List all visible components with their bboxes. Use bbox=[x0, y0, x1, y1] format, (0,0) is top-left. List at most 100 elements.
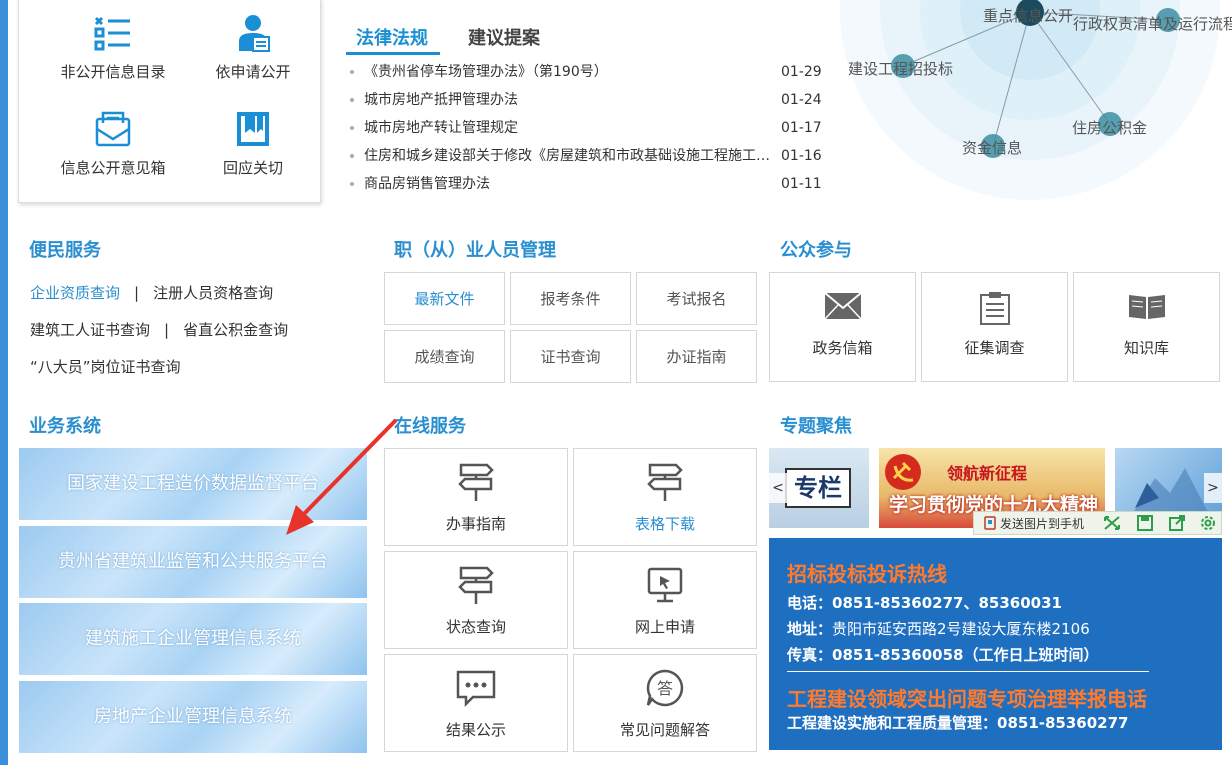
carousel-next-button[interactable]: > bbox=[1204, 473, 1222, 503]
quick-link-response[interactable]: 回应关切 bbox=[183, 109, 323, 178]
tab-laws[interactable]: 法律法规 bbox=[356, 24, 428, 50]
list-item[interactable]: 城市房地产抵押管理办法 01-24 bbox=[348, 88, 838, 116]
list-item[interactable]: 商品房销售管理办法 01-11 bbox=[348, 172, 838, 200]
public-title: 公众参与 bbox=[780, 240, 852, 261]
hotline-title: 招标投标投诉热线 bbox=[787, 562, 947, 586]
quick-links-panel: 非公开信息目录 依申请公开 信息公开意见箱 回应关切 bbox=[18, 0, 321, 203]
address-label: 地址： bbox=[787, 620, 833, 638]
graph-node-housing-fund[interactable]: 住房公积金 bbox=[1072, 117, 1147, 138]
online-item-label: 结果公示 bbox=[445, 721, 506, 739]
fullscreen-icon[interactable] bbox=[1102, 514, 1122, 532]
tab-proposals[interactable]: 建议提案 bbox=[468, 24, 540, 50]
slide-title-line1: 领航新征程 bbox=[947, 464, 1028, 483]
save-icon[interactable] bbox=[1135, 514, 1155, 532]
quality-hotline: 工程建设实施和工程质量管理：0851-85360277 bbox=[787, 712, 1129, 733]
separator: | bbox=[164, 321, 170, 339]
business-system-cost-platform[interactable]: 国家建设工程造价数据监督平台 bbox=[19, 448, 367, 520]
graph-node-bidding[interactable]: 建设工程招投标 bbox=[848, 58, 953, 79]
score-query-button[interactable]: 成绩查询 bbox=[384, 330, 505, 383]
hotline-phone: 电话：0851-85360277、85360031 bbox=[787, 592, 1062, 613]
online-item-label: 办事指南 bbox=[445, 515, 506, 533]
gov-mailbox-button[interactable]: 政务信箱 bbox=[769, 272, 916, 382]
form-download-button[interactable]: 表格下载 bbox=[573, 448, 757, 546]
registered-personnel-link[interactable]: 注册人员资格查询 bbox=[153, 284, 273, 302]
bullet-dot bbox=[350, 154, 354, 158]
bullet-dot bbox=[350, 98, 354, 102]
personnel-title: 职（从）业人员管理 bbox=[394, 240, 556, 261]
hotline-fax: 传真：0851-85360058（工作日上班时间） bbox=[787, 644, 1099, 665]
clipboard-icon bbox=[979, 292, 1010, 325]
list-item[interactable]: 住房和城乡建设部关于修改《房屋建筑和市政基础设施工程施工招标投标管理办法》的决定… bbox=[348, 144, 838, 172]
party-emblem-icon bbox=[885, 454, 921, 490]
business-title: 业务系统 bbox=[29, 416, 101, 437]
carousel-prev-button[interactable]: < bbox=[769, 473, 787, 503]
law-title[interactable]: 商品房销售管理办法 bbox=[364, 172, 774, 196]
enterprise-qualification-link[interactable]: 企业资质查询 bbox=[30, 284, 120, 302]
eight-staff-certificate-link[interactable]: “八大员”岗位证书查询 bbox=[30, 358, 181, 376]
slide-column-sign: 专栏 bbox=[785, 468, 851, 508]
gear-icon[interactable] bbox=[1198, 514, 1218, 532]
key-info-graph: 重点信息公开 行政权责清单及运行流程 建设工程招投标 资金信息 住房公积金 bbox=[840, 0, 1232, 200]
list-item[interactable]: 《贵州省停车场管理办法》（第190号） 01-29 bbox=[348, 60, 838, 88]
mailbox-icon bbox=[95, 111, 131, 147]
image-toolbar: 发送图片到手机 bbox=[973, 511, 1222, 535]
phone-icon bbox=[984, 516, 996, 530]
bullet-dot bbox=[350, 70, 354, 74]
focus-title: 专题聚焦 bbox=[780, 416, 852, 437]
quick-link-nonpublic-catalog[interactable]: 非公开信息目录 bbox=[43, 13, 183, 82]
exam-conditions-button[interactable]: 报考条件 bbox=[510, 272, 631, 325]
online-item-label: 常见问题解答 bbox=[619, 721, 710, 739]
certificate-guide-button[interactable]: 办证指南 bbox=[636, 330, 757, 383]
law-date: 01-11 bbox=[781, 176, 822, 192]
law-title[interactable]: 城市房地产抵押管理办法 bbox=[364, 88, 774, 112]
business-system-guizhou-platform[interactable]: 贵州省建筑业监管和公共服务平台 bbox=[19, 526, 367, 598]
law-title[interactable]: 住房和城乡建设部关于修改《房屋建筑和市政基础设施工程施工招标投标管理办法》的决定 bbox=[364, 144, 774, 168]
law-date: 01-16 bbox=[781, 148, 822, 164]
online-item-label: 表格下载 bbox=[634, 515, 695, 533]
online-item-label: 网上申请 bbox=[634, 618, 695, 636]
faq-button[interactable]: 答 常见问题解答 bbox=[573, 654, 757, 752]
convenience-row-1: 企业资质查询 | 注册人员资格查询 bbox=[30, 282, 273, 303]
status-query-button[interactable]: 状态查询 bbox=[384, 551, 568, 649]
graph-node-power-list[interactable]: 行政权责清单及运行流程 bbox=[1073, 13, 1232, 34]
convenience-row-3: “八大员”岗位证书查询 bbox=[30, 356, 181, 377]
exam-registration-button[interactable]: 考试报名 bbox=[636, 272, 757, 325]
result-publicity-button[interactable]: 结果公示 bbox=[384, 654, 568, 752]
quick-link-label: 信息公开意见箱 bbox=[60, 159, 166, 177]
public-item-label: 征集调查 bbox=[964, 339, 1025, 357]
law-title[interactable]: 城市房地产转让管理规定 bbox=[364, 116, 774, 140]
online-item-label: 状态查询 bbox=[445, 618, 506, 636]
business-system-real-estate[interactable]: 房地产企业管理信息系统 bbox=[19, 681, 367, 753]
quick-link-opinion-box[interactable]: 信息公开意见箱 bbox=[43, 109, 183, 178]
certificate-query-button[interactable]: 证书查询 bbox=[510, 330, 631, 383]
latest-files-button[interactable]: 最新文件 bbox=[384, 272, 505, 325]
law-title[interactable]: 《贵州省停车场管理办法》（第190号） bbox=[364, 60, 774, 84]
chat-icon bbox=[456, 670, 496, 708]
provident-fund-link[interactable]: 省直公积金查询 bbox=[183, 321, 288, 339]
survey-button[interactable]: 征集调查 bbox=[921, 272, 1068, 382]
quick-link-apply-public[interactable]: 依申请公开 bbox=[183, 13, 323, 82]
graph-node-funds[interactable]: 资金信息 bbox=[962, 137, 1022, 158]
separator: | bbox=[134, 284, 140, 302]
list-item[interactable]: 城市房地产转让管理规定 01-17 bbox=[348, 116, 838, 144]
knowledge-base-button[interactable]: 知识库 bbox=[1073, 272, 1220, 382]
signpost-icon bbox=[458, 463, 494, 501]
business-system-construction-enterprise[interactable]: 建筑施工企业管理信息系统 bbox=[19, 603, 367, 675]
list-icon bbox=[94, 16, 130, 51]
monitor-icon bbox=[647, 567, 683, 603]
fax-value: 0851-85360058（工作日上班时间） bbox=[832, 646, 1099, 664]
law-date: 01-24 bbox=[781, 92, 822, 108]
divider bbox=[787, 671, 1149, 672]
service-guide-button[interactable]: 办事指南 bbox=[384, 448, 568, 546]
graph-node-key-info[interactable]: 重点信息公开 bbox=[983, 5, 1073, 26]
share-icon[interactable] bbox=[1167, 514, 1187, 532]
signpost-icon bbox=[647, 463, 683, 501]
quality-phone: 0851-85360277 bbox=[997, 714, 1129, 732]
public-item-label: 政务信箱 bbox=[812, 339, 873, 357]
online-application-button[interactable]: 网上申请 bbox=[573, 551, 757, 649]
worker-certificate-link[interactable]: 建筑工人证书查询 bbox=[30, 321, 150, 339]
report-hotline-title: 工程建设领域突出问题专项治理举报电话 bbox=[787, 687, 1147, 711]
signpost-icon bbox=[458, 566, 494, 604]
send-to-phone-button[interactable]: 发送图片到手机 bbox=[984, 515, 1084, 532]
bullet-dot bbox=[350, 182, 354, 186]
